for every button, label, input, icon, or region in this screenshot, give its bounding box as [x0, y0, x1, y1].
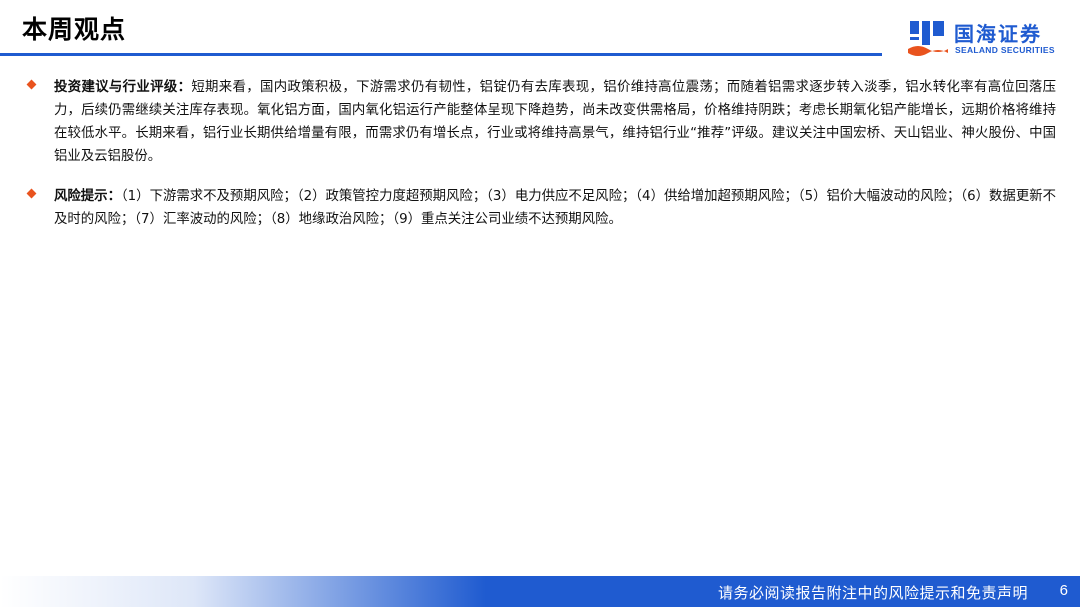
footer-bar: 请务必阅读报告附注中的风险提示和免责声明 6: [0, 576, 1080, 607]
logo-name-en: SEALAND SECURITIES: [955, 45, 1055, 55]
page-title: 本周观点: [22, 15, 127, 44]
diamond-bullet-icon: [26, 79, 37, 90]
diamond-bullet-icon: [26, 188, 37, 199]
bullet-body: （1）下游需求不及预期风险；（2）政策管控力度超预期风险；（3）电力供应不足风险…: [54, 189, 1056, 227]
bullet-risk-warning: 风险提示：（1）下游需求不及预期风险；（2）政策管控力度超预期风险；（3）电力供…: [26, 185, 1056, 231]
footer-disclaimer: 请务必阅读报告附注中的风险提示和免责声明: [717, 584, 1028, 602]
bullet-paragraph: 投资建议与行业评级：短期来看，国内政策积极，下游需求仍有韧性，铝锭仍有去库表现，…: [54, 76, 1056, 168]
bullet-list: 投资建议与行业评级：短期来看，国内政策积极，下游需求仍有韧性，铝锭仍有去库表现，…: [26, 76, 1056, 248]
company-logo: 国海证券 SEALAND SECURITIES: [908, 18, 1068, 62]
sealand-logo-icon: [908, 21, 948, 56]
bullet-paragraph: 风险提示：（1）下游需求不及预期风险；（2）政策管控力度超预期风险；（3）电力供…: [54, 185, 1056, 231]
bullet-heading: 风险提示：: [54, 189, 121, 204]
bullet-investment-advice: 投资建议与行业评级：短期来看，国内政策积极，下游需求仍有韧性，铝锭仍有去库表现，…: [26, 76, 1056, 168]
bullet-heading: 投资建议与行业评级：: [54, 80, 192, 95]
logo-name-cn: 国海证券: [954, 22, 1042, 46]
page-number: 6: [1059, 582, 1068, 599]
title-divider: [0, 53, 882, 56]
bullet-body: 短期来看，国内政策积极，下游需求仍有韧性，铝锭仍有去库表现，铝价维持高位震荡；而…: [54, 80, 1057, 164]
